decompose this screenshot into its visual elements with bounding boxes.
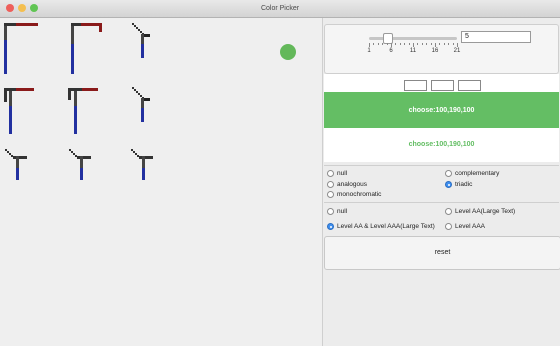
slider-tick (417, 43, 419, 45)
slider-tick (439, 43, 441, 45)
slider-tick (452, 43, 454, 45)
scheme-radio-group: null complementary analogous triadic mon… (324, 165, 559, 199)
slider-panel: 1 6 11 16 21 5 (324, 24, 559, 74)
radio-button-selected[interactable] (327, 223, 334, 230)
tick-label: 11 (409, 48, 417, 54)
radio-label: triadic (455, 181, 473, 188)
corner-glyph-2 (71, 23, 102, 74)
slider-tick (399, 43, 401, 45)
radio-button[interactable] (327, 191, 334, 198)
contrast-radio-aa-aaa-large[interactable]: Level AA & Level AAA(Large Text) (327, 222, 435, 231)
slider-tick (408, 43, 410, 45)
slider-tick (395, 43, 397, 45)
radio-label: Level AA & Level AAA(Large Text) (337, 223, 435, 230)
corner-glyph-3 (4, 88, 34, 134)
slider-tick (404, 43, 406, 45)
slider-tick (369, 43, 370, 47)
radio-label: null (337, 208, 348, 215)
radio-button[interactable] (327, 208, 334, 215)
branch-glyph-2 (132, 87, 150, 122)
corner-glyph-1 (4, 23, 38, 74)
scheme-radio-monochromatic[interactable]: monochromatic (327, 190, 381, 199)
radio-label: Level AA(Large Text) (455, 208, 516, 215)
radio-label: Level AAA (455, 223, 485, 230)
corner-glyph-4 (68, 88, 98, 134)
window-title: Color Picker (260, 5, 300, 12)
chosen-color-label: choose:100,190,100 (408, 107, 475, 114)
slider-tick (421, 43, 423, 45)
radio-label: analogous (337, 181, 367, 188)
slider-tick (430, 43, 432, 45)
branch-glyph-1 (132, 23, 150, 58)
drawing-canvas[interactable] (0, 18, 322, 346)
radio-label: monochromatic (337, 191, 382, 198)
radio-button[interactable] (327, 181, 334, 188)
radio-label: complementary (455, 170, 500, 177)
radio-button[interactable] (327, 170, 334, 177)
fork-glyph-1 (5, 149, 27, 180)
radio-label: null (337, 170, 348, 177)
slider-tick (413, 43, 414, 47)
slider-tick (443, 43, 445, 45)
tick-label: 16 (431, 48, 439, 54)
contrast-radio-group: null Level AA(Large Text) Level AA & Lev… (324, 202, 559, 235)
slider-tick (386, 43, 388, 45)
slider-tick (391, 43, 392, 47)
tick-label: 1 (367, 48, 371, 54)
slider-tick (448, 43, 450, 45)
contrast-radio-aaa[interactable]: Level AAA (445, 222, 485, 231)
slider-tick (435, 43, 436, 47)
scheme-radio-analogous[interactable]: analogous (327, 180, 367, 189)
chosen-color-band: choose:100,190,100 (324, 92, 559, 128)
fork-glyph-2 (69, 149, 91, 180)
slider-tick (373, 43, 375, 45)
color-preview-dot (280, 44, 296, 60)
tick-label: 6 (389, 48, 393, 54)
contrast-radio-aa-large[interactable]: Level AA(Large Text) (445, 207, 515, 216)
slider-tick (457, 43, 458, 47)
swatch-box-3[interactable] (458, 80, 481, 91)
swatch-box-2[interactable] (431, 80, 454, 91)
scheme-radio-complementary[interactable]: complementary (445, 169, 499, 178)
title-bar: Color Picker (0, 0, 560, 18)
scheme-radio-null[interactable]: null (327, 169, 347, 178)
radio-button[interactable] (445, 170, 452, 177)
scheme-radio-triadic[interactable]: triadic (445, 180, 472, 189)
radio-button[interactable] (445, 223, 452, 230)
chosen-color-text: choose:100,190,100 (408, 141, 475, 148)
fork-glyph-3 (131, 149, 153, 180)
slider-value-input[interactable]: 5 (461, 31, 531, 43)
slider-tick (377, 43, 379, 45)
contrast-radio-null[interactable]: null (327, 207, 347, 216)
radio-button[interactable] (445, 208, 452, 215)
radio-button-selected[interactable] (445, 181, 452, 188)
chosen-color-text-band: choose:100,190,100 (324, 128, 559, 162)
slider-tick (426, 43, 428, 45)
slider-tick (382, 43, 384, 45)
reset-button[interactable]: reset (324, 236, 560, 270)
swatch-box-1[interactable] (404, 80, 427, 91)
control-panel: 1 6 11 16 21 5 choose:100,190,100 choose… (322, 18, 560, 346)
tick-label: 21 (453, 48, 461, 54)
